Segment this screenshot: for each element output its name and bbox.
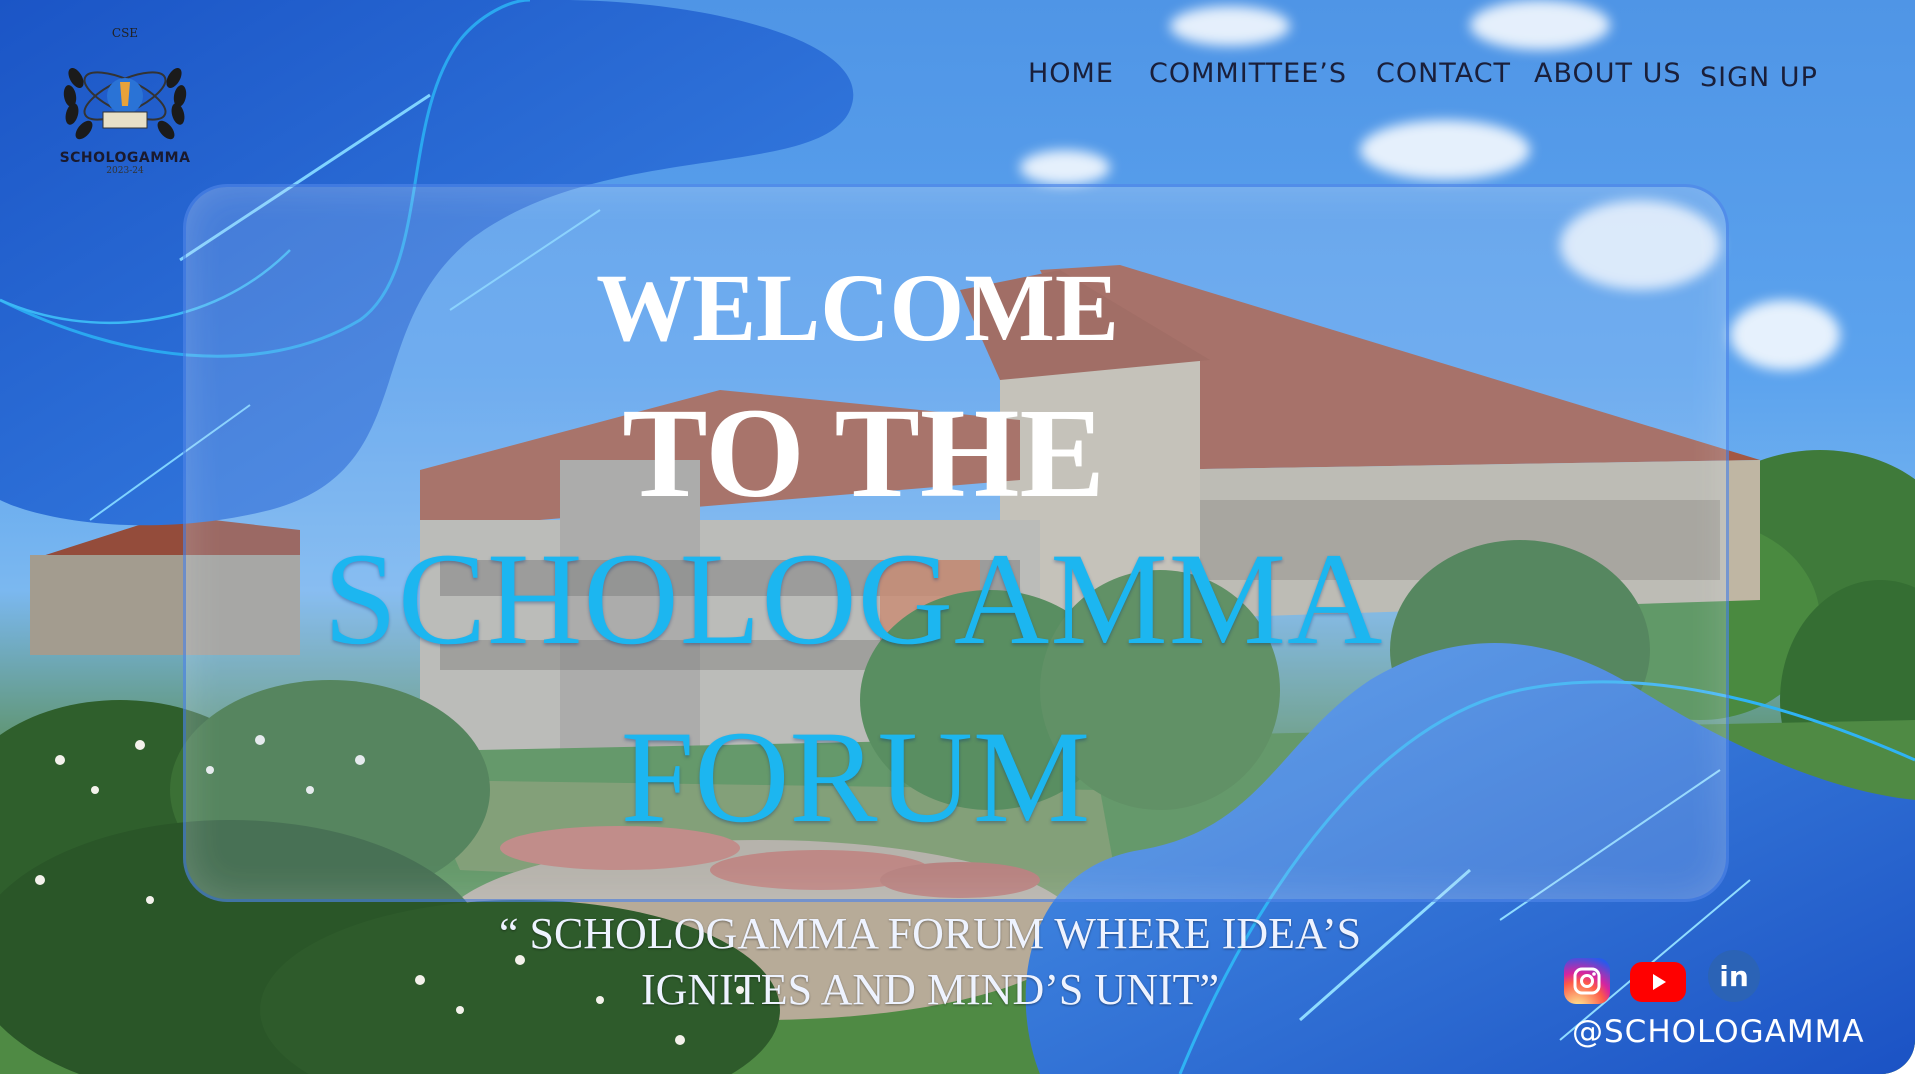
schologamma-logo[interactable]: CSE SCHOLOGAMMA 2023-24 bbox=[58, 26, 192, 176]
youtube-icon[interactable] bbox=[1630, 962, 1686, 1002]
hero-welcome-heading: WELCOME bbox=[596, 254, 1119, 361]
logo-year-text: 2023-24 bbox=[106, 166, 144, 176]
hero-background: CSE SCHOLOGAMMA 2023-24 HOME COMMITTEE’S bbox=[0, 0, 1915, 1074]
social-links: in @SCHOLOGAMMA bbox=[1564, 950, 1864, 1060]
nav-home-link[interactable]: HOME bbox=[1028, 58, 1114, 89]
hero-schologamma-heading: SCHOLOGAMMA bbox=[323, 525, 1384, 672]
nav-contact-link[interactable]: CONTACT bbox=[1376, 58, 1511, 89]
nav-signup-link[interactable]: SIGN UP bbox=[1700, 62, 1818, 93]
linkedin-icon[interactable]: in bbox=[1708, 950, 1760, 1002]
instagram-icon[interactable] bbox=[1564, 958, 1610, 1004]
linkedin-icon-text: in bbox=[1719, 959, 1749, 993]
logo-name-text: SCHOLOGAMMA bbox=[59, 150, 191, 166]
hero-forum-heading: FORUM bbox=[620, 703, 1091, 850]
nav-committees-link[interactable]: COMMITTEE’S bbox=[1149, 58, 1347, 89]
top-navigation: HOME COMMITTEE’S CONTACT ABOUT US SIGN U… bbox=[0, 58, 1915, 98]
quote-line-1: “ SCHOLOGAMMA FORUM WHERE IDEA’S bbox=[498, 909, 1362, 958]
nav-about-link[interactable]: ABOUT US bbox=[1534, 58, 1682, 89]
social-handle[interactable]: @SCHOLOGAMMA bbox=[1572, 1014, 1865, 1050]
hero-to-the-heading: TO THE bbox=[622, 382, 1105, 524]
quote-line-2: IGNITES AND MIND’S UNIT” bbox=[640, 965, 1220, 1014]
forum-tagline-quote: “ SCHOLOGAMMA FORUM WHERE IDEA’S IGNITES… bbox=[330, 906, 1530, 1018]
